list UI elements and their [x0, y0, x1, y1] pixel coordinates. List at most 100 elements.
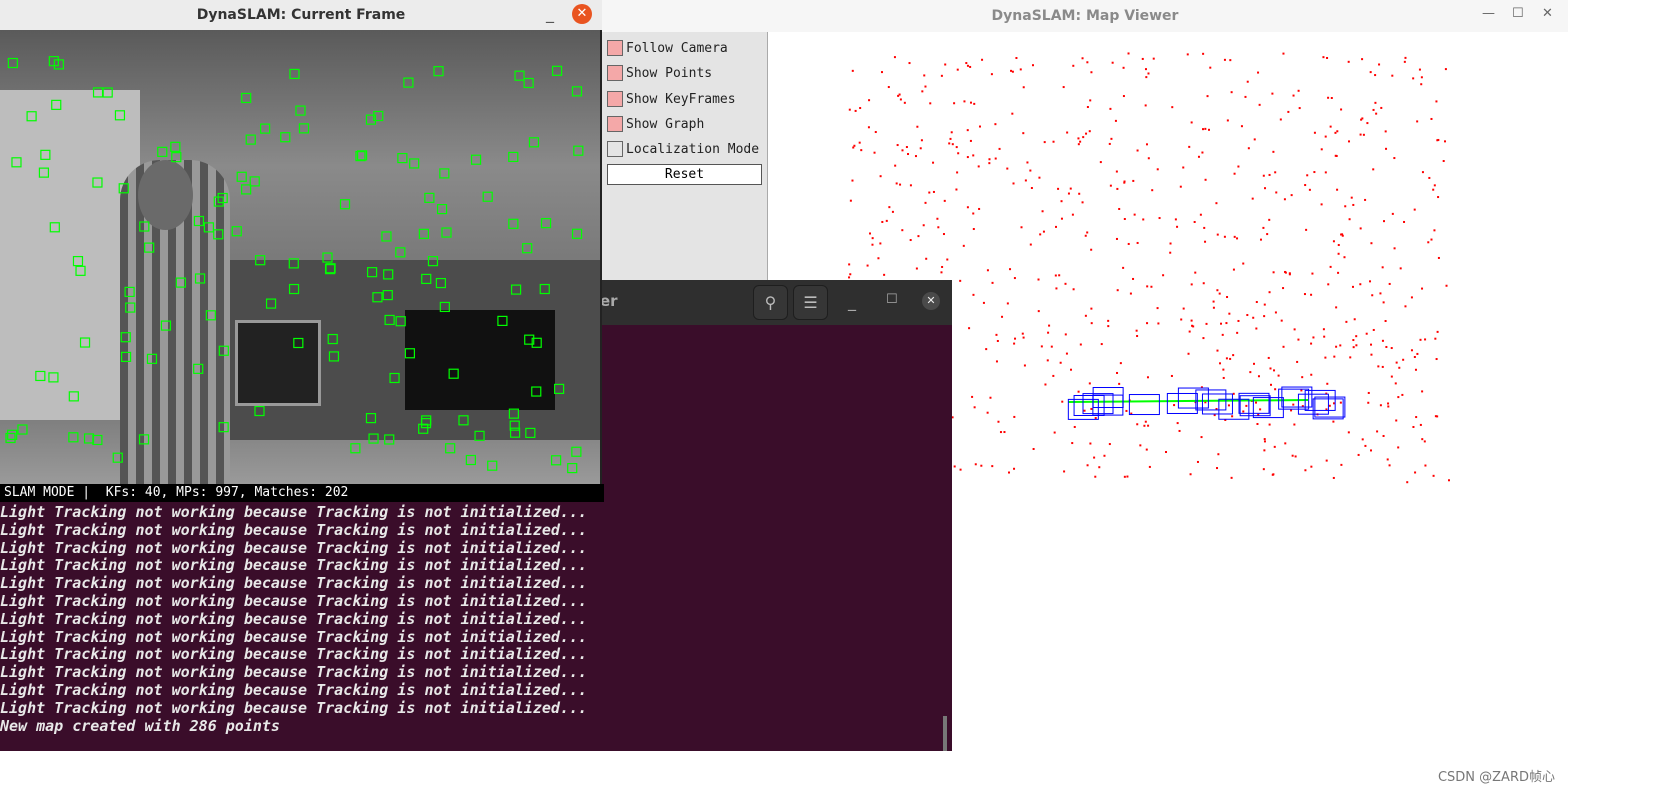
keyframe: [1128, 394, 1160, 416]
follow-camera-checkbox[interactable]: Follow Camera: [607, 39, 728, 57]
close-button[interactable]: ✕: [1542, 6, 1553, 21]
minimize-button[interactable]: —: [1482, 6, 1495, 21]
map-point: [991, 465, 994, 468]
map-point: [1335, 306, 1338, 309]
map-point: [1329, 265, 1332, 268]
map-point: [1393, 247, 1396, 250]
map-point: [1413, 355, 1416, 358]
map-point: [1361, 438, 1364, 441]
map-point: [1011, 112, 1014, 115]
option-label: Show KeyFrames: [626, 91, 736, 107]
map-point: [978, 125, 981, 128]
terminal-line: Light Tracking not working because Track…: [0, 609, 587, 628]
map-point: [1145, 143, 1148, 146]
map-point: [1202, 128, 1205, 131]
map-point: [1073, 425, 1076, 428]
search-icon[interactable]: ⚲: [753, 285, 788, 320]
map-point: [1054, 274, 1057, 277]
feature-box: [551, 455, 562, 466]
map-point: [1397, 446, 1400, 449]
map-point: [969, 65, 972, 68]
map-point: [1312, 336, 1315, 339]
feature-box: [433, 66, 444, 77]
map-point: [981, 58, 984, 61]
map-point: [1123, 181, 1126, 184]
minimize-button[interactable]: _: [848, 292, 856, 311]
close-button[interactable]: ✕: [572, 4, 592, 24]
map-point: [1031, 64, 1034, 67]
map-point: [1310, 342, 1313, 345]
map-point: [1013, 342, 1016, 345]
map-point: [1142, 218, 1145, 221]
map-point: [1339, 401, 1342, 404]
map-point: [1347, 431, 1350, 434]
show-points-checkbox[interactable]: Show Points: [607, 64, 712, 82]
map-point: [1236, 331, 1239, 334]
map-point: [1115, 170, 1118, 173]
map-point: [1022, 132, 1025, 135]
map-point: [1313, 171, 1316, 174]
close-button[interactable]: ✕: [922, 292, 940, 310]
menu-icon[interactable]: ☰: [793, 285, 828, 320]
map-point: [1324, 135, 1327, 138]
map-point: [1182, 166, 1185, 169]
map-point: [937, 226, 940, 229]
map-point: [1388, 464, 1391, 467]
map-point: [1009, 268, 1012, 271]
show-keyframes-checkbox[interactable]: Show KeyFrames: [607, 90, 736, 108]
map-point: [1233, 235, 1236, 238]
map-point: [1136, 241, 1139, 244]
map-point: [1352, 346, 1355, 349]
map-point: [1156, 307, 1159, 310]
map-point: [1384, 320, 1387, 323]
map-point: [1109, 107, 1112, 110]
map-point: [1107, 325, 1110, 328]
feature-box: [436, 204, 448, 215]
map-point: [1145, 76, 1148, 79]
map-point: [860, 149, 863, 152]
map-point: [995, 333, 998, 336]
map-point: [1311, 272, 1314, 275]
map-point: [1078, 192, 1081, 195]
feature-box: [573, 145, 584, 156]
map-point: [852, 146, 855, 149]
feature-box: [118, 183, 129, 194]
feature-box: [170, 141, 181, 152]
map-point: [1057, 187, 1060, 190]
reset-button[interactable]: Reset: [607, 164, 762, 185]
feature-box: [424, 192, 435, 203]
map-point: [914, 155, 917, 158]
map-point: [1022, 336, 1025, 339]
map-point: [1372, 108, 1375, 111]
map-point: [853, 144, 856, 147]
minimize-button[interactable]: _: [546, 4, 554, 23]
map-point: [1099, 161, 1102, 164]
map-point: [966, 156, 969, 159]
feature-box: [571, 446, 582, 457]
show-graph-checkbox[interactable]: Show Graph: [607, 115, 704, 133]
map-point: [1444, 68, 1447, 71]
maximize-button[interactable]: ☐: [1512, 6, 1524, 21]
feature-box: [288, 283, 300, 295]
feature-box: [68, 391, 79, 402]
map-point: [1118, 382, 1121, 385]
map-point: [1419, 338, 1422, 341]
map-point: [1196, 460, 1199, 463]
map-point: [944, 63, 947, 66]
map-point: [1283, 198, 1286, 201]
map-point: [1349, 356, 1352, 359]
map-point: [1040, 345, 1043, 348]
feature-box: [231, 226, 242, 237]
maximize-button[interactable]: ☐: [886, 292, 898, 307]
feature-box: [7, 57, 18, 69]
map-point: [859, 107, 862, 110]
map-point: [996, 339, 999, 342]
feature-box: [470, 154, 482, 165]
localization-mode-checkbox[interactable]: Localization Mode: [607, 140, 759, 158]
map-point: [1147, 157, 1150, 160]
map-point: [925, 257, 928, 260]
scrollbar[interactable]: [943, 716, 947, 751]
map-point: [1376, 430, 1379, 433]
map-point: [867, 126, 870, 129]
map-point: [1292, 94, 1295, 97]
